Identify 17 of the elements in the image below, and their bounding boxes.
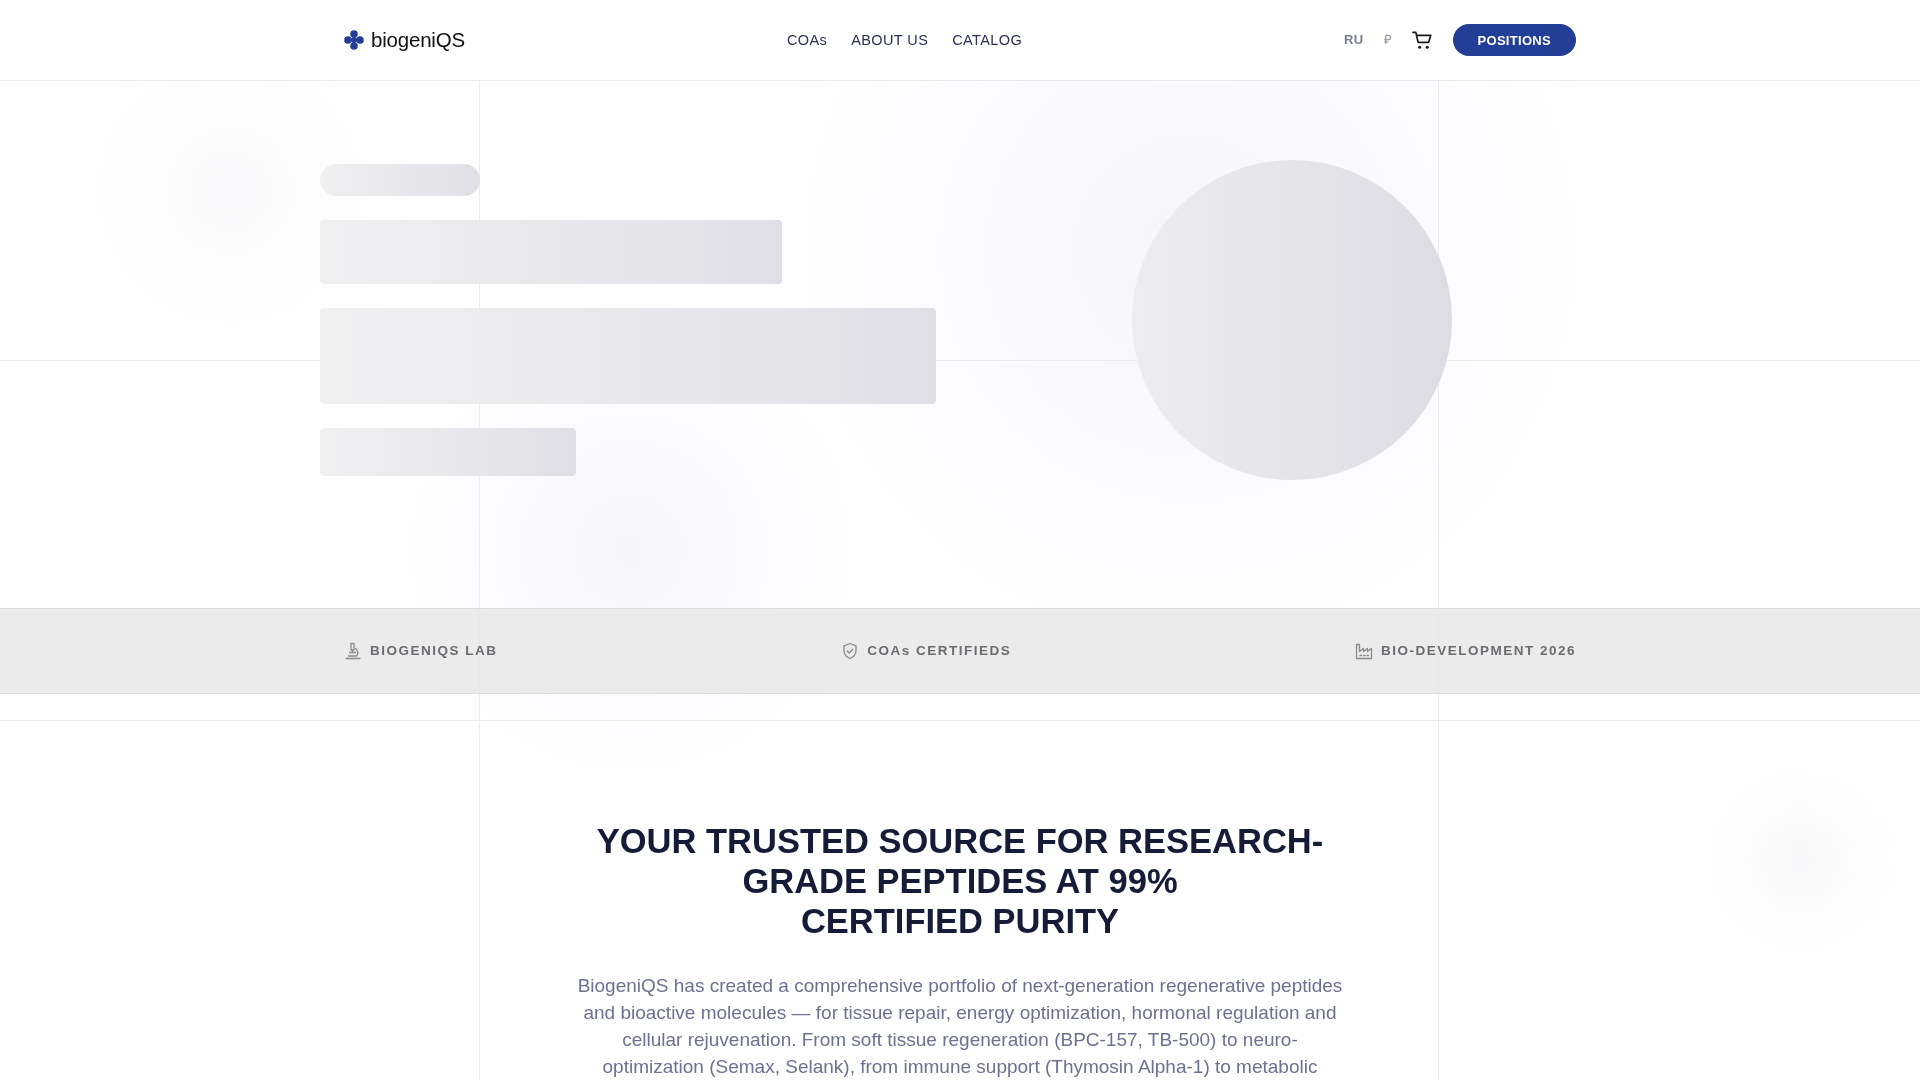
feature-label: COAs CERTIFIEDS bbox=[867, 642, 1012, 660]
factory-icon bbox=[1354, 642, 1373, 660]
nav-link[interactable]: COAs bbox=[786, 30, 828, 50]
nav-link[interactable]: CATALOG bbox=[952, 30, 1023, 50]
intro-paragraph: BiogeniQS has created a comprehensive portfolio of next-generation regenerative peptides and bioactive molecules — for tissue repair, energy optimization, hormonal regulation and cellular rejuvenation. From soft tissue regeneration (BPC-157, TB-500) to neuro- optimization (Semax, Selank), from immune support (Thymosin Alpha-1) to metabolic bbox=[577, 974, 1343, 1079]
language-link[interactable]: RU bbox=[1344, 32, 1364, 48]
logo-link[interactable]: biogeniQS bbox=[344, 28, 465, 52]
nav-link[interactable]: ABOUT US bbox=[851, 30, 929, 50]
positions-button[interactable]: POSITIONS bbox=[1452, 24, 1576, 56]
clover-icon bbox=[344, 30, 364, 50]
feature-label: BIOGENIQS LAB bbox=[370, 642, 498, 660]
shield-check-icon bbox=[841, 642, 860, 660]
cart-icon bbox=[1411, 30, 1433, 50]
feature-label: BIO-DEVELOPMENT 2026 bbox=[1380, 642, 1576, 660]
cart-button[interactable] bbox=[1411, 30, 1433, 50]
section-heading: YOUR TRUSTED SOURCE FOR RESEARCH- GRADE PEPTIDES AT 99% CERTIFIED PURITY bbox=[596, 821, 1324, 941]
microscope-icon bbox=[344, 642, 362, 660]
